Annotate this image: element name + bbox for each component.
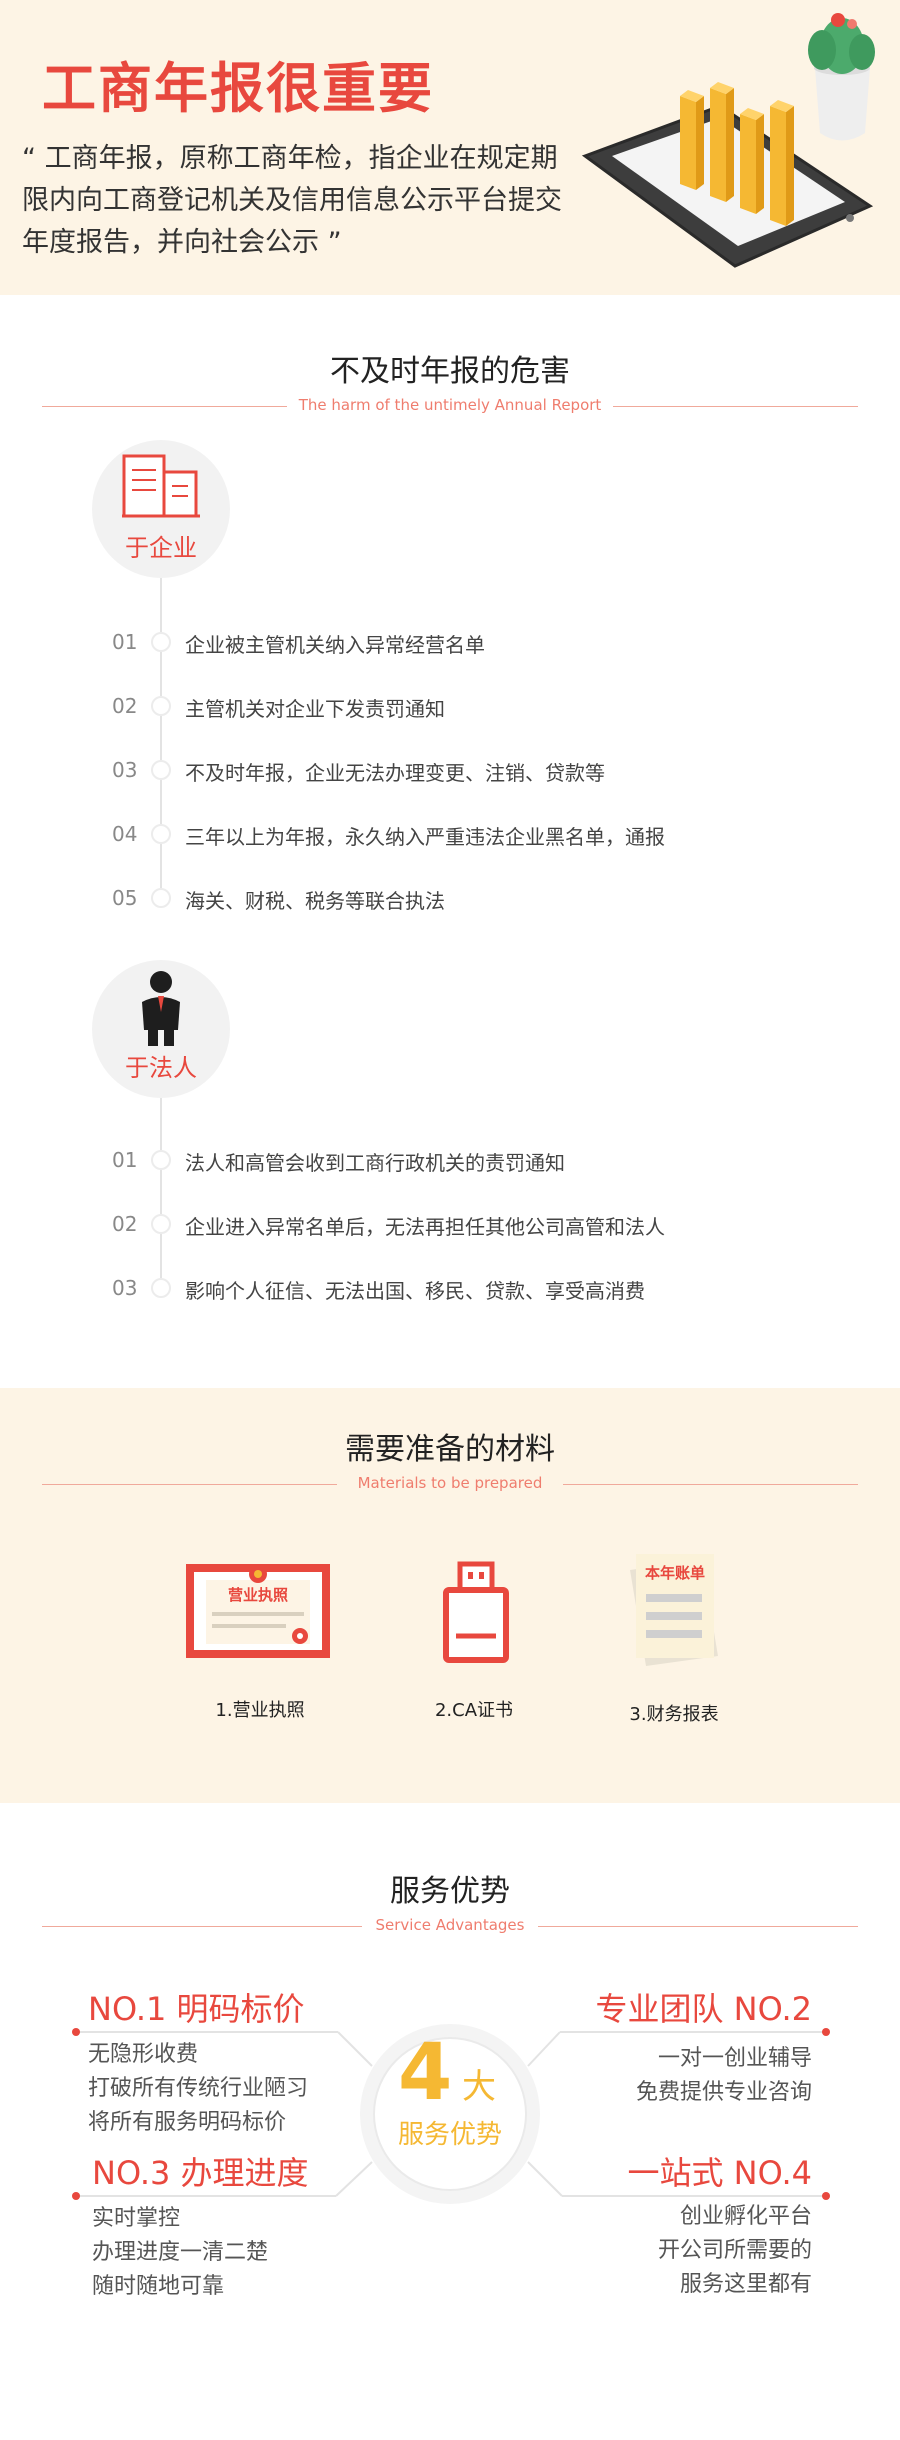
hero-banner: 工商年报很重要 “ 工商年报，原称工商年检，指企业在规定期限内向工商登记机关及信… <box>0 0 900 295</box>
advantage-line: 随时随地可靠 <box>92 2274 225 2299</box>
tablet-chart-illustration <box>581 13 875 268</box>
license-icon-text: 营业执照 <box>228 1586 288 1604</box>
item-number: 02 <box>112 694 138 718</box>
timeline-dot <box>151 760 171 780</box>
timeline-dot <box>151 1278 171 1298</box>
item-text: 影响个人征信、无法出国、移民、贷款、享受高消费 <box>185 1279 645 1303</box>
timeline-dot <box>151 888 171 908</box>
timeline-dot <box>151 696 171 716</box>
advantages-section-subtitle: Service Advantages <box>375 1916 525 1934</box>
advantage-line: 创业孵化平台 <box>679 2204 812 2229</box>
advantage-line: 开公司所需要的 <box>657 2238 812 2263</box>
advantage-line: 无隐形收费 <box>88 2042 199 2067</box>
item-number: 01 <box>112 630 138 654</box>
list-item: 04 三年以上为年报，永久纳入严重违法企业黑名单，通报 <box>0 818 900 849</box>
item-text: 海关、财税、税务等联合执法 <box>185 889 445 913</box>
item-text: 企业进入异常名单后，无法再担任其他公司高管和法人 <box>185 1215 665 1239</box>
advantages-center-label: 服务优势 <box>397 2120 502 2150</box>
advantage-line: 服务这里都有 <box>679 2272 812 2297</box>
advantages-section-title: 服务优势 <box>390 1874 510 1909</box>
hero-quote: “ 工商年报，原称工商年检，指企业在规定期限内向工商登记机关及信用信息公示平台提… <box>22 143 562 258</box>
advantage-line: 将所有服务明码标价 <box>88 2110 287 2135</box>
advantage-line: 打破所有传统行业陋习 <box>88 2076 309 2101</box>
list-item: 03 影响个人征信、无法出国、移民、贷款、享受高消费 <box>0 1272 900 1303</box>
advantage-line: 免费提供专业咨询 <box>635 2080 812 2105</box>
materials-section: 需要准备的材料 Materials to be prepared 营业执照 1.… <box>0 1388 900 1803</box>
list-item: 05 海关、财税、税务等联合执法 <box>0 882 900 913</box>
advantage-title: NO.1 明码标价 <box>88 1990 305 2028</box>
timeline-line <box>160 1098 162 1288</box>
item-number: 04 <box>112 822 138 846</box>
item-text: 三年以上为年报，永久纳入严重违法企业黑名单，通报 <box>185 825 665 849</box>
list-item: 03 不及时年报，企业无法办理变更、注销、贷款等 <box>0 754 900 785</box>
advantage-line: 一对一创业辅导 <box>657 2046 812 2071</box>
item-number: 05 <box>112 886 138 910</box>
report-icon-text: 本年账单 <box>645 1564 705 1582</box>
advantage-title: 一站式 NO.4 <box>627 2154 812 2192</box>
list-item: 01 法人和高管会收到工商行政机关的责罚通知 <box>0 1144 900 1175</box>
item-text: 法人和高管会收到工商行政机关的责罚通知 <box>185 1151 565 1175</box>
item-text: 企业被主管机关纳入异常经营名单 <box>185 633 485 657</box>
person-icon <box>142 971 180 1046</box>
advantages-center-big: 大 <box>462 2067 496 2107</box>
material-label: 3.财务报表 <box>629 1704 719 1725</box>
advantage-title: 专业团队 NO.2 <box>595 1990 812 2028</box>
item-text: 主管机关对企业下发责罚通知 <box>185 697 445 721</box>
material-label: 1.营业执照 <box>215 1700 305 1721</box>
timeline-dot <box>151 824 171 844</box>
usb-key-icon <box>443 1561 509 1663</box>
financial-report-icon: 本年账单 <box>630 1554 718 1666</box>
enterprise-badge: 于企业 <box>92 440 230 578</box>
advantage-line: 办理进度一清二楚 <box>92 2240 269 2265</box>
timeline-dot <box>151 1214 171 1234</box>
advantages-center-number: 4 <box>398 2028 453 2118</box>
cactus-icon <box>808 13 875 141</box>
timeline-dot <box>151 1150 171 1170</box>
buildings-icon <box>122 454 200 518</box>
harm-section-subtitle: The harm of the untimely Annual Report <box>298 396 602 414</box>
materials-section-subtitle: Materials to be prepared <box>357 1474 543 1492</box>
hero-title: 工商年报很重要 <box>42 57 434 120</box>
item-number: 02 <box>112 1212 138 1236</box>
list-item: 02 主管机关对企业下发责罚通知 <box>0 690 900 721</box>
materials-section-title: 需要准备的材料 <box>345 1432 555 1467</box>
timeline-dot <box>151 632 171 652</box>
item-number: 01 <box>112 1148 138 1172</box>
item-number: 03 <box>112 758 138 782</box>
list-item: 02 企业进入异常名单后，无法再担任其他公司高管和法人 <box>0 1208 900 1239</box>
list-item: 01 企业被主管机关纳入异常经营名单 <box>0 626 900 657</box>
harm-section-title: 不及时年报的危害 <box>330 354 570 389</box>
legal-person-badge: 于法人 <box>92 960 230 1098</box>
legal-person-badge-label: 于法人 <box>125 1054 197 1082</box>
advantage-title: NO.3 办理进度 <box>92 2154 309 2192</box>
item-number: 03 <box>112 1276 138 1300</box>
advantage-line: 实时掌控 <box>92 2206 181 2231</box>
material-label: 2.CA证书 <box>434 1700 514 1721</box>
business-license-icon: 营业执照 <box>186 1564 330 1658</box>
enterprise-badge-label: 于企业 <box>125 534 197 562</box>
item-text: 不及时年报，企业无法办理变更、注销、贷款等 <box>185 761 605 785</box>
